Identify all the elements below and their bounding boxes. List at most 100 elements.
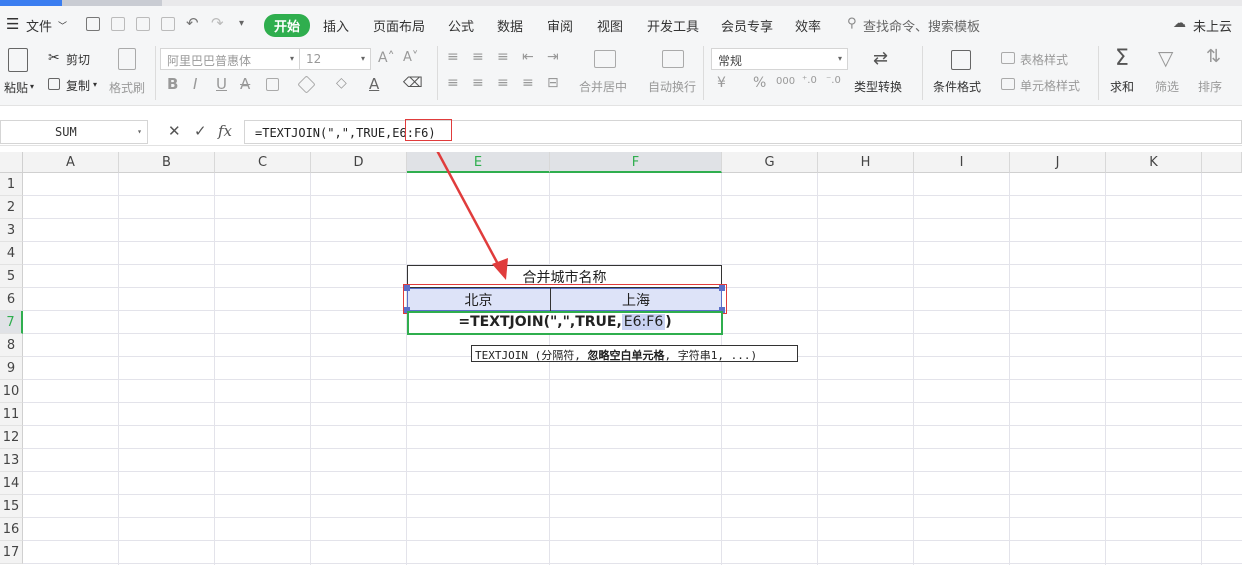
wrap-text-icon[interactable] [662, 50, 684, 68]
filter-icon[interactable]: ▽ [1158, 46, 1173, 70]
align-bottom-icon[interactable]: ≡ [497, 49, 509, 65]
tab-insert[interactable]: 插入 [323, 16, 349, 35]
decrease-decimal-icon[interactable]: ⁻.0 [826, 75, 841, 86]
redo-icon[interactable]: ↷ [211, 14, 224, 32]
sum-button[interactable]: 求和 [1110, 78, 1134, 95]
format-painter-button[interactable]: 格式刷 [109, 79, 145, 96]
tab-review[interactable]: 审阅 [547, 16, 573, 35]
chevron-down-icon: ▾ [360, 54, 365, 63]
print-icon[interactable] [136, 17, 150, 31]
align-middle-icon[interactable]: ≡ [472, 49, 484, 65]
table-style-button[interactable]: 表格样式 [1020, 51, 1068, 68]
align-right-icon[interactable]: ≡ [497, 75, 509, 91]
tab-developer[interactable]: 开发工具 [647, 16, 699, 35]
percent-icon[interactable]: % [753, 75, 766, 91]
indent-decrease-icon[interactable]: ⇤ [522, 49, 534, 65]
fill-color-icon[interactable]: ◇ [336, 75, 347, 91]
font-shrink-icon[interactable]: A˅ [403, 50, 418, 65]
tab-data[interactable]: 数据 [497, 16, 523, 35]
justify-icon[interactable]: ≡ [522, 75, 534, 91]
cloud-icon[interactable]: ☁ [1173, 16, 1186, 31]
menu-bar: ☰ 文件 ﹀ ↶ ↷ ▾ 开始 插入 页面布局 公式 数据 审阅 视图 开发工具… [0, 6, 1242, 42]
save-icon[interactable] [86, 17, 100, 31]
undo-icon[interactable]: ↶ [186, 14, 199, 32]
align-center-icon[interactable]: ≡ [472, 75, 484, 91]
tab-formulas[interactable]: 公式 [448, 16, 474, 35]
hamburger-icon[interactable]: ☰ [6, 15, 19, 33]
ribbon-separator [155, 46, 156, 100]
sort-icon[interactable]: ⇅ [1206, 46, 1221, 67]
spreadsheet-grid[interactable]: ABCDEFGHIJK 1 2 3 4 5 6 7 8 9 10 11 12 13 14 15 16 17 合并… [0, 152, 1242, 565]
font-name-select[interactable]: 阿里巴巴普惠体 ▾ [160, 48, 300, 70]
scissors-icon[interactable]: ✂ [48, 50, 60, 66]
tab-member[interactable]: 会员专享 [721, 16, 773, 35]
filter-button[interactable]: 筛选 [1155, 78, 1179, 95]
number-format-select[interactable]: 常规 ▾ [711, 48, 848, 70]
currency-icon[interactable]: ¥ [717, 75, 726, 91]
copy-button[interactable]: 复制 [66, 77, 90, 94]
type-convert-icon[interactable]: ⇄ [873, 48, 888, 69]
tab-view[interactable]: 视图 [597, 16, 623, 35]
sort-button[interactable]: 排序 [1198, 78, 1222, 95]
shape-fill-icon[interactable] [297, 75, 316, 94]
copy-chevron-icon[interactable]: ▾ [93, 80, 97, 89]
ribbon-separator [437, 46, 438, 100]
sum-icon[interactable]: Σ [1115, 46, 1129, 71]
chevron-down-icon: ▾ [837, 54, 842, 63]
name-box-value: SUM [55, 125, 77, 139]
strikethrough-icon[interactable]: A [240, 75, 250, 93]
cloud-status[interactable]: 未上云 [1193, 16, 1232, 35]
name-box[interactable]: SUM ▾ [0, 120, 148, 144]
cut-button[interactable]: 剪切 [66, 51, 90, 68]
font-grow-icon[interactable]: A˄ [378, 50, 395, 66]
format-painter-icon[interactable] [118, 48, 136, 70]
ribbon-separator [703, 46, 704, 100]
confirm-icon[interactable]: ✓ [194, 122, 207, 140]
cancel-icon[interactable]: ✕ [168, 122, 181, 140]
chevron-down-icon: ▾ [137, 127, 142, 136]
paste-chevron-icon[interactable]: ▾ [30, 82, 34, 91]
ribbon-separator [1098, 46, 1099, 100]
paste-button[interactable]: 粘贴 [4, 79, 28, 96]
italic-icon[interactable]: I [193, 75, 197, 93]
indent-increase-icon[interactable]: ⇥ [547, 49, 559, 65]
insert-function-button[interactable]: fx [218, 122, 232, 140]
customize-chevron-icon[interactable]: ▾ [239, 18, 244, 29]
file-menu[interactable]: 文件 [26, 16, 52, 35]
conditional-format-icon[interactable] [951, 50, 971, 70]
copy-icon[interactable] [48, 78, 60, 90]
command-search[interactable]: 查找命令、搜索模板 [863, 16, 980, 35]
underline-icon[interactable]: U [216, 75, 227, 93]
formula-input[interactable]: =TEXTJOIN(",",TRUE,E6:F6) [244, 120, 1242, 144]
font-size-select[interactable]: 12 ▾ [299, 48, 371, 70]
eraser-icon[interactable]: ⌫ [403, 75, 423, 91]
chevron-down-icon[interactable]: ﹀ [58, 19, 67, 32]
cell-style-icon[interactable] [1001, 78, 1015, 90]
bold-icon[interactable]: B [167, 75, 178, 93]
cell-style-button[interactable]: 单元格样式 [1020, 77, 1080, 94]
annotation-arrow [436, 152, 508, 280]
tab-page-layout[interactable]: 页面布局 [373, 16, 425, 35]
print-preview-icon[interactable] [161, 17, 175, 31]
font-color-icon[interactable]: A [369, 75, 379, 93]
borders-icon[interactable] [266, 78, 279, 91]
wrap-text-button[interactable]: 自动换行 [648, 78, 696, 95]
merge-center-icon[interactable] [594, 50, 616, 68]
number-format-value: 常规 [718, 54, 743, 68]
distributed-icon[interactable]: ⊟ [547, 75, 559, 91]
paste-icon[interactable] [8, 48, 28, 72]
thousands-icon[interactable]: 000 [776, 76, 795, 87]
search-icon[interactable]: ⚲ [847, 16, 857, 31]
conditional-format-button[interactable]: 条件格式 [933, 78, 981, 95]
merge-center-button[interactable]: 合并居中 [579, 78, 627, 95]
table-style-icon[interactable] [1001, 52, 1015, 64]
align-left-icon[interactable]: ≡ [447, 75, 459, 91]
type-convert-button[interactable]: 类型转换 [854, 78, 902, 95]
increase-decimal-icon[interactable]: ⁺.0 [802, 75, 817, 86]
tab-efficiency[interactable]: 效率 [795, 16, 821, 35]
font-size-value: 12 [306, 52, 322, 66]
export-icon[interactable] [111, 17, 125, 31]
tab-home[interactable]: 开始 [264, 14, 311, 37]
ribbon-separator [922, 46, 923, 100]
align-top-icon[interactable]: ≡ [447, 49, 459, 65]
